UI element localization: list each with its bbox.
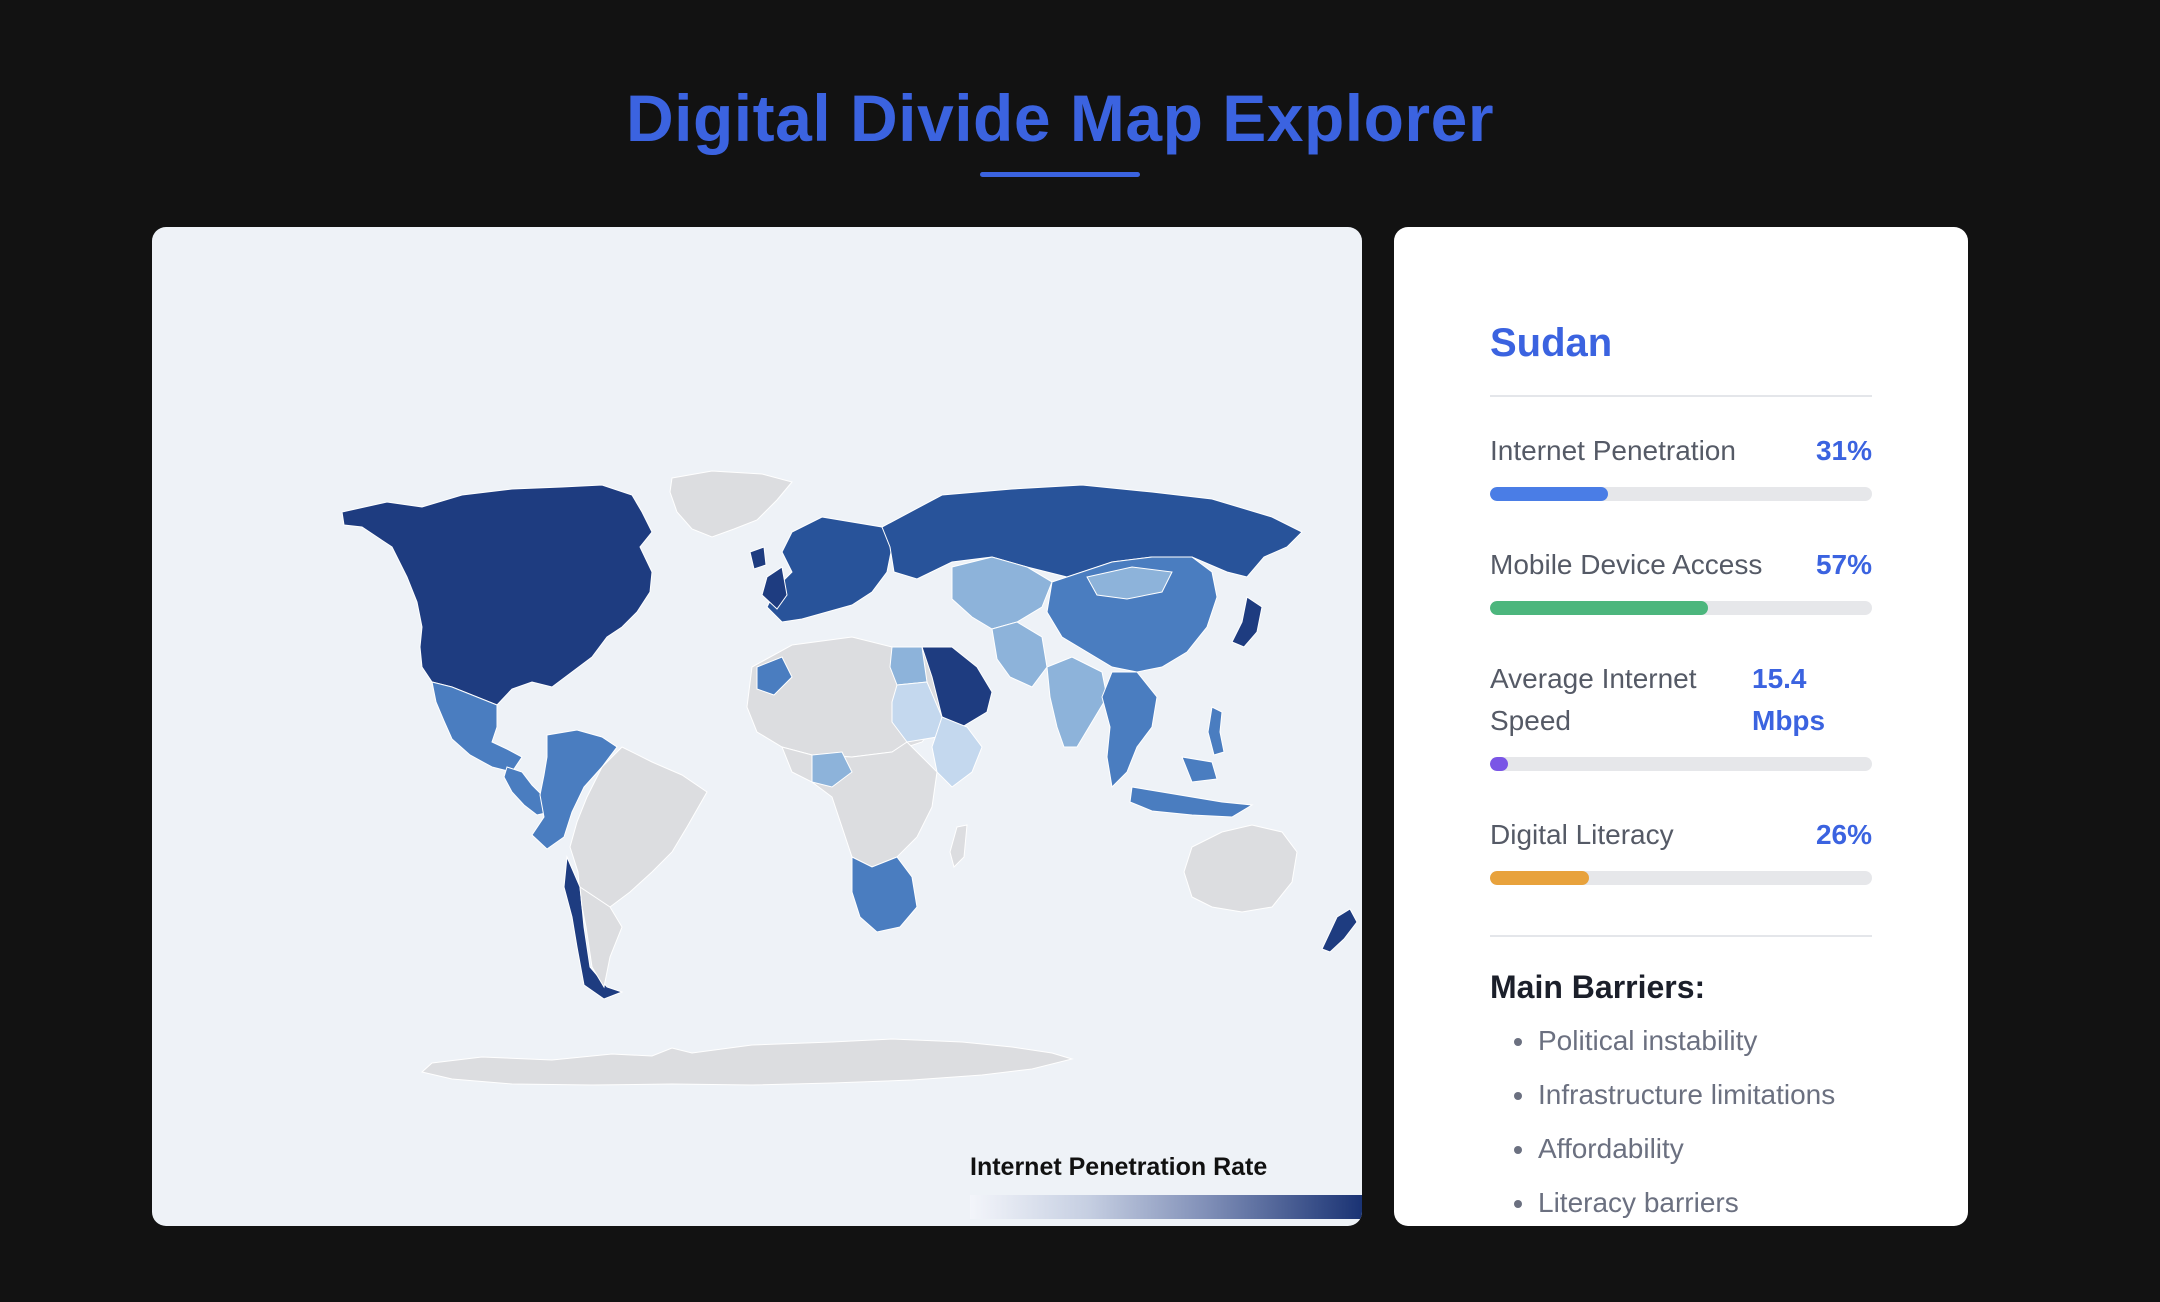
barriers-list: Political instability Infrastructure lim…	[1514, 1021, 1835, 1226]
metric-label-mobile-access: Mobile Device Access	[1490, 549, 1763, 580]
metric-label-internet-speed: Average Internet Speed	[1490, 663, 1697, 736]
legend-title: Internet Penetration Rate	[970, 1153, 1268, 1181]
metric-value-digital-literacy: 26%	[1815, 819, 1872, 850]
title-underline	[980, 172, 1140, 177]
progress-fill-internet-penetration	[1490, 487, 1608, 501]
world-map[interactable]	[152, 227, 1362, 1226]
metric-value-internet-penetration: 31%	[1815, 435, 1872, 466]
progress-fill-digital-literacy	[1490, 871, 1589, 885]
barrier-item: Infrastructure limitations	[1514, 1075, 1835, 1129]
metric-label-internet-penetration: Internet Penetration	[1490, 435, 1736, 466]
barrier-item: Political instability	[1514, 1021, 1835, 1075]
region-greenland[interactable]	[669, 470, 793, 538]
region-japan[interactable]	[1231, 596, 1263, 648]
progress-bar-internet-speed	[1490, 757, 1872, 771]
region-new-zealand[interactable]	[1321, 908, 1358, 953]
barrier-item: Literacy barriers	[1514, 1183, 1835, 1226]
header-divider	[1490, 395, 1872, 397]
barrier-item: Affordability	[1514, 1129, 1835, 1183]
region-europe[interactable]	[766, 516, 893, 623]
section-divider	[1490, 935, 1872, 937]
progress-bar-mobile-access	[1490, 601, 1872, 615]
region-iran[interactable]	[991, 621, 1048, 688]
region-antarctica[interactable]	[420, 1038, 1074, 1086]
region-central-africa[interactable]	[781, 741, 938, 868]
country-name: Sudan	[1490, 321, 1613, 365]
metric-value-internet-speed: 15.4 Mbps	[1752, 663, 1826, 736]
page: Digital Divide Map Explorer Internet Pen…	[0, 0, 2160, 1302]
progress-bar-digital-literacy	[1490, 871, 1872, 885]
region-russia[interactable]	[881, 484, 1303, 580]
metric-value-mobile-access: 57%	[1815, 549, 1872, 580]
progress-fill-internet-speed	[1490, 757, 1508, 771]
region-philippines[interactable]	[1207, 706, 1225, 756]
country-details-panel: Sudan Internet Penetration 31% Mobile De…	[1394, 227, 1968, 1226]
progress-bar-internet-penetration	[1490, 487, 1872, 501]
region-western-europe[interactable]	[749, 546, 788, 610]
region-southeast-asia[interactable]	[1101, 671, 1158, 789]
barriers-title: Main Barriers:	[1490, 969, 1706, 1005]
region-southern-africa[interactable]	[851, 856, 918, 933]
progress-fill-mobile-access	[1490, 601, 1708, 615]
region-egypt[interactable]	[889, 646, 928, 686]
region-north-america[interactable]	[341, 484, 653, 706]
region-australia[interactable]	[1183, 824, 1298, 913]
page-title: Digital Divide Map Explorer	[625, 81, 1495, 155]
region-east-africa[interactable]	[931, 716, 983, 788]
metric-label-digital-literacy: Digital Literacy	[1490, 819, 1674, 850]
map-panel[interactable]: Internet Penetration Rate	[152, 227, 1362, 1226]
region-indonesia[interactable]	[1129, 756, 1254, 818]
legend-color-bar	[970, 1195, 1362, 1219]
region-madagascar[interactable]	[949, 824, 968, 868]
region-india[interactable]	[1046, 656, 1108, 748]
